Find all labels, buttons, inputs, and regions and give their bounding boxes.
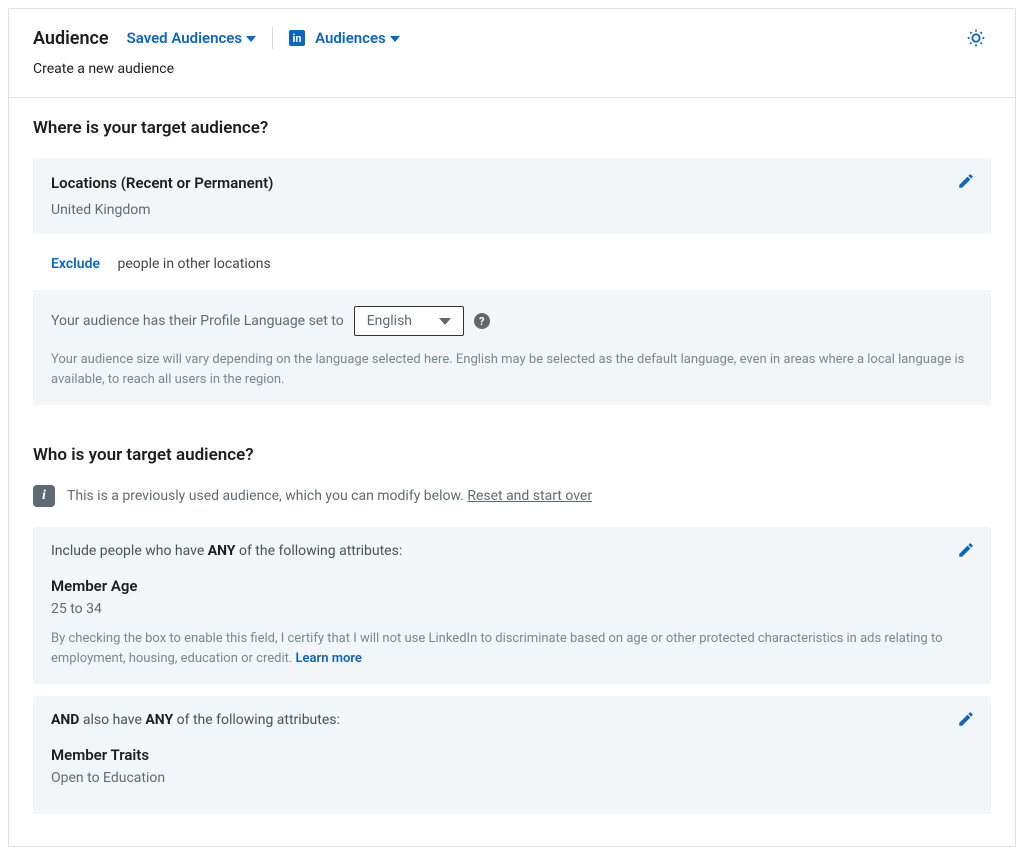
saved-audiences-label: Saved Audiences	[127, 29, 242, 47]
include-prefix: Include people who have	[51, 543, 208, 559]
page-title: Audience	[33, 28, 109, 49]
where-section: Where is your target audience? Locations…	[9, 98, 1015, 437]
info-icon: i	[33, 485, 55, 507]
learn-more-link[interactable]: Learn more	[296, 651, 362, 666]
and-line: AND also have ANY of the following attri…	[51, 712, 973, 728]
include-line: Include people who have ANY of the follo…	[51, 543, 973, 559]
attribute-block-2: AND also have ANY of the following attri…	[33, 696, 991, 814]
info-message: This is a previously used audience, whic…	[67, 488, 467, 504]
language-prefix: Your audience has their Profile Language…	[51, 313, 344, 329]
who-section: Who is your target audience? i This is a…	[9, 437, 1015, 846]
language-select[interactable]: English	[354, 306, 464, 336]
member-traits-label: Member Traits	[51, 746, 973, 764]
exclude-row: Exclude people in other locations	[33, 246, 991, 290]
caret-down-icon	[246, 36, 256, 42]
attribute-block-1: Include people who have ANY of the follo…	[33, 527, 991, 684]
caret-down-icon	[439, 318, 451, 325]
edit-attributes-button[interactable]	[957, 710, 975, 732]
reset-link[interactable]: Reset and start over	[467, 488, 592, 504]
where-section-title: Where is your target audience?	[33, 118, 991, 138]
help-icon[interactable]: ?	[474, 313, 490, 329]
age-disclaimer: By checking the box to enable this field…	[51, 629, 973, 668]
caret-down-icon	[390, 36, 400, 42]
info-text: This is a previously used audience, whic…	[67, 488, 592, 504]
exclude-description: people in other locations	[118, 256, 271, 272]
suffix: of the following attributes:	[173, 712, 340, 728]
language-row: Your audience has their Profile Language…	[51, 306, 973, 336]
edit-locations-button[interactable]	[957, 172, 975, 194]
any-word: ANY	[145, 712, 173, 728]
divider	[272, 27, 273, 49]
create-audience-subtitle: Create a new audience	[9, 61, 1015, 97]
locations-card: Locations (Recent or Permanent) United K…	[33, 158, 991, 234]
and-word: AND	[51, 712, 79, 728]
member-age-label: Member Age	[51, 577, 973, 595]
language-card: Your audience has their Profile Language…	[33, 290, 991, 405]
edit-attributes-button[interactable]	[957, 541, 975, 563]
language-value: English	[367, 313, 412, 329]
disclaimer-text: By checking the box to enable this field…	[51, 631, 942, 666]
audience-panel: Audience Saved Audiences in Audiences	[8, 8, 1016, 847]
linkedin-icon: in	[289, 30, 305, 46]
panel-header: Audience Saved Audiences in Audiences	[9, 9, 1015, 61]
locations-value: United Kingdom	[51, 202, 973, 218]
mid-text: also have	[79, 712, 145, 728]
pencil-icon	[957, 710, 975, 728]
pencil-icon	[957, 172, 975, 190]
locations-label: Locations (Recent or Permanent)	[51, 174, 973, 192]
member-traits-value: Open to Education	[51, 770, 973, 786]
who-section-title: Who is your target audience?	[33, 445, 991, 465]
language-note: Your audience size will vary depending o…	[51, 350, 973, 389]
info-row: i This is a previously used audience, wh…	[33, 485, 991, 507]
audiences-dropdown[interactable]: in Audiences	[289, 29, 400, 47]
saved-audiences-dropdown[interactable]: Saved Audiences	[127, 29, 256, 47]
exclude-link[interactable]: Exclude	[51, 256, 100, 272]
include-suffix: of the following attributes:	[235, 543, 402, 559]
pencil-icon	[957, 541, 975, 559]
audiences-label: Audiences	[315, 29, 386, 47]
lightbulb-tip-icon[interactable]	[965, 27, 987, 53]
any-word: ANY	[208, 543, 236, 559]
member-age-value: 25 to 34	[51, 601, 973, 617]
